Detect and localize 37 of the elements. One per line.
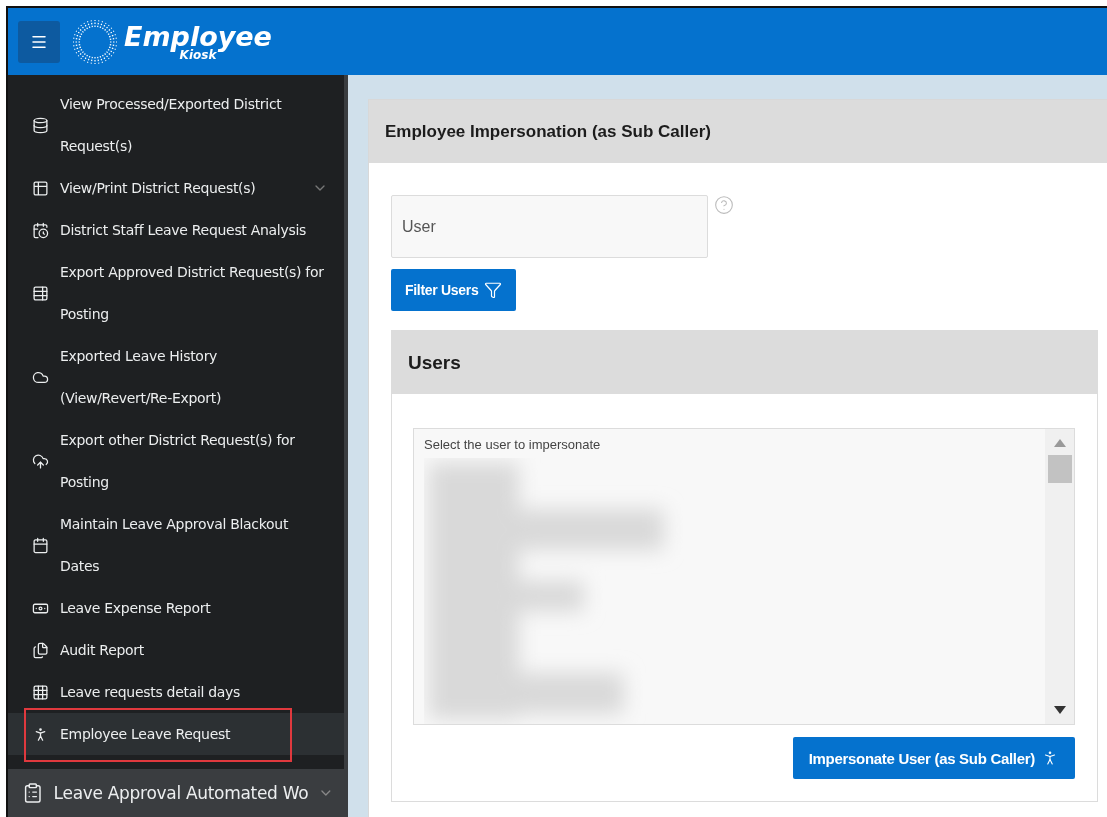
nav-item[interactable]: View/Print District Request(s) bbox=[8, 167, 344, 209]
nav-item[interactable]: Leave requests detail days bbox=[8, 671, 344, 713]
nav-item[interactable]: Audit Report bbox=[8, 629, 344, 671]
nav-item[interactable]: District Staff Leave Request Analysis bbox=[8, 209, 344, 251]
filter-icon bbox=[484, 281, 503, 299]
region-title: Users bbox=[408, 351, 461, 374]
logo-title: Employee bbox=[124, 22, 272, 50]
calendar-icon bbox=[32, 536, 49, 554]
table-icon bbox=[32, 179, 49, 197]
scroll-thumb[interactable] bbox=[1047, 455, 1072, 483]
nav-item[interactable]: View Processed/Exported District Request(s) bbox=[8, 83, 344, 167]
nav-item[interactable]: Exported Leave History (View/Revert/Re-Export) bbox=[8, 335, 344, 419]
cloud-upload-icon bbox=[32, 452, 49, 470]
grid-icon bbox=[32, 683, 49, 701]
help-icon[interactable] bbox=[714, 195, 734, 215]
scroll-down-icon[interactable] bbox=[1053, 706, 1066, 714]
nav-item[interactable]: Maintain Leave Approval Blackout Dates bbox=[8, 503, 344, 587]
scrollbar[interactable] bbox=[1045, 429, 1074, 724]
nav-item[interactable]: Leave Expense Report bbox=[8, 587, 344, 629]
nav-group-label: Leave Approval Automated Wo bbox=[53, 783, 309, 803]
calendar-clock-icon bbox=[32, 221, 49, 239]
nav-item[interactable]: Export other District Request(s) for Posting bbox=[8, 419, 344, 503]
menu-button[interactable] bbox=[18, 20, 60, 63]
table-icon bbox=[32, 284, 49, 302]
scroll-up-icon[interactable] bbox=[1053, 439, 1066, 447]
nav-item[interactable]: Employee Leave Request bbox=[8, 713, 344, 755]
database-icon bbox=[32, 116, 49, 134]
filter-users-button[interactable]: Filter Users bbox=[391, 269, 517, 311]
card-title: Employee Impersonation (as Sub Caller) bbox=[385, 121, 711, 142]
list-label: Select the user to impersonate bbox=[424, 437, 602, 452]
clipboard-icon bbox=[22, 782, 44, 804]
impersonate-user-button[interactable]: Impersonate User (as Sub Caller) bbox=[792, 737, 1075, 779]
files-icon bbox=[32, 641, 49, 659]
user-field[interactable]: User bbox=[391, 195, 708, 258]
nav-group[interactable]: Leave Approval Automated Wo bbox=[8, 769, 344, 817]
nav-item[interactable]: Export Approved District Request(s) for Posting bbox=[8, 251, 344, 335]
user-listbox[interactable]: Select the user to impersonate bbox=[413, 428, 1075, 725]
